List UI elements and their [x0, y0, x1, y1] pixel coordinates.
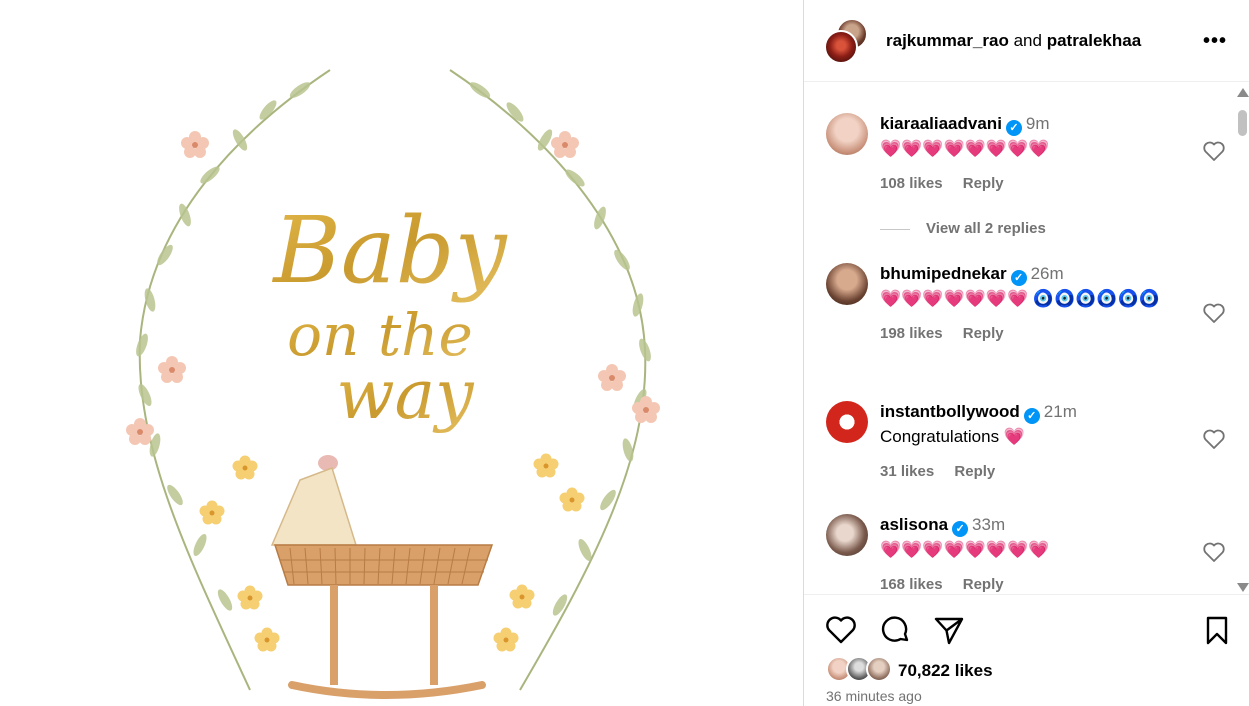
floral-wreath-right: [449, 69, 660, 691]
avatar[interactable]: [826, 514, 868, 556]
comment-likes[interactable]: 31 likes: [880, 463, 934, 480]
comment-text: 💗💗💗💗💗💗💗💗: [880, 139, 1050, 158]
comments-panel: rajkummar_rao and patralekhaa ••• kiaraa…: [803, 0, 1249, 706]
like-comment-heart-icon[interactable]: [1202, 302, 1226, 324]
like-comment-heart-icon[interactable]: [1202, 428, 1226, 450]
comments-list: kiaraaliaadvani ✓ 9m 💗💗💗💗💗💗💗💗 108 likes Re…: [804, 83, 1249, 593]
reply-button[interactable]: Reply: [963, 325, 1004, 342]
reply-button[interactable]: Reply: [963, 576, 1004, 593]
comment-likes[interactable]: 198 likes: [880, 325, 943, 342]
floral-wreath-left: [126, 69, 331, 691]
comment-time[interactable]: 9m: [1026, 114, 1050, 133]
avatar[interactable]: [826, 401, 868, 443]
svg-text:Baby: Baby: [271, 197, 507, 304]
comment-text: Congratulations 💗: [880, 427, 1025, 446]
comment-time[interactable]: 26m: [1031, 264, 1064, 283]
author-names: rajkummar_rao and patralekhaa: [886, 31, 1141, 51]
verified-badge-icon: ✓: [1005, 120, 1022, 136]
author-username[interactable]: patralekhaa: [1047, 31, 1142, 50]
reply-button[interactable]: Reply: [954, 463, 995, 480]
like-comment-heart-icon[interactable]: [1202, 541, 1226, 563]
like-heart-icon[interactable]: [824, 613, 858, 647]
likes-count[interactable]: 70,822 likes: [898, 661, 993, 681]
comment-text: 💗💗💗💗💗💗💗💗: [880, 540, 1050, 559]
svg-text:way: way: [336, 356, 475, 435]
author-username[interactable]: rajkummar_rao: [886, 31, 1009, 50]
save-bookmark-icon[interactable]: [1200, 613, 1234, 647]
cradle-illustration: [270, 455, 494, 699]
comment-time[interactable]: 33m: [972, 515, 1005, 534]
author-avatars[interactable]: [824, 18, 872, 66]
avatar[interactable]: [826, 263, 868, 305]
avatar[interactable]: [866, 656, 892, 682]
post-image[interactable]: Baby on the way: [0, 0, 803, 706]
post-timestamp[interactable]: 36 minutes ago: [826, 688, 922, 704]
comment-username[interactable]: kiaraaliaadvani: [880, 114, 1002, 133]
share-send-icon[interactable]: [932, 613, 966, 647]
verified-badge-icon: ✓: [1023, 408, 1040, 424]
comment-time[interactable]: 21m: [1044, 402, 1077, 421]
avatar[interactable]: [826, 113, 868, 155]
view-replies-button[interactable]: View all 2 replies: [880, 220, 1046, 237]
comment-username[interactable]: aslisona: [880, 515, 948, 534]
author-connector: and: [1013, 31, 1042, 50]
like-comment-heart-icon[interactable]: [1202, 140, 1226, 162]
verified-badge-icon: ✓: [952, 521, 969, 537]
comment-likes[interactable]: 108 likes: [880, 175, 943, 192]
post-header: rajkummar_rao and patralekhaa •••: [804, 0, 1249, 82]
comment-username[interactable]: bhumipednekar: [880, 264, 1007, 283]
comment-icon[interactable]: [879, 613, 913, 647]
comment-username[interactable]: instantbollywood: [880, 402, 1020, 421]
avatar[interactable]: [824, 30, 858, 64]
ellipsis-icon[interactable]: •••: [1203, 30, 1227, 53]
reply-button[interactable]: Reply: [963, 175, 1004, 192]
image-headline: Baby on the way: [271, 197, 507, 435]
comment-likes[interactable]: 168 likes: [880, 576, 943, 593]
comment-text: 💗💗💗💗💗💗💗 🧿🧿🧿🧿🧿🧿: [880, 289, 1160, 308]
instagram-post-modal: Baby on the way rajkummar_rao and patral…: [0, 0, 1249, 706]
verified-badge-icon: ✓: [1010, 270, 1027, 286]
